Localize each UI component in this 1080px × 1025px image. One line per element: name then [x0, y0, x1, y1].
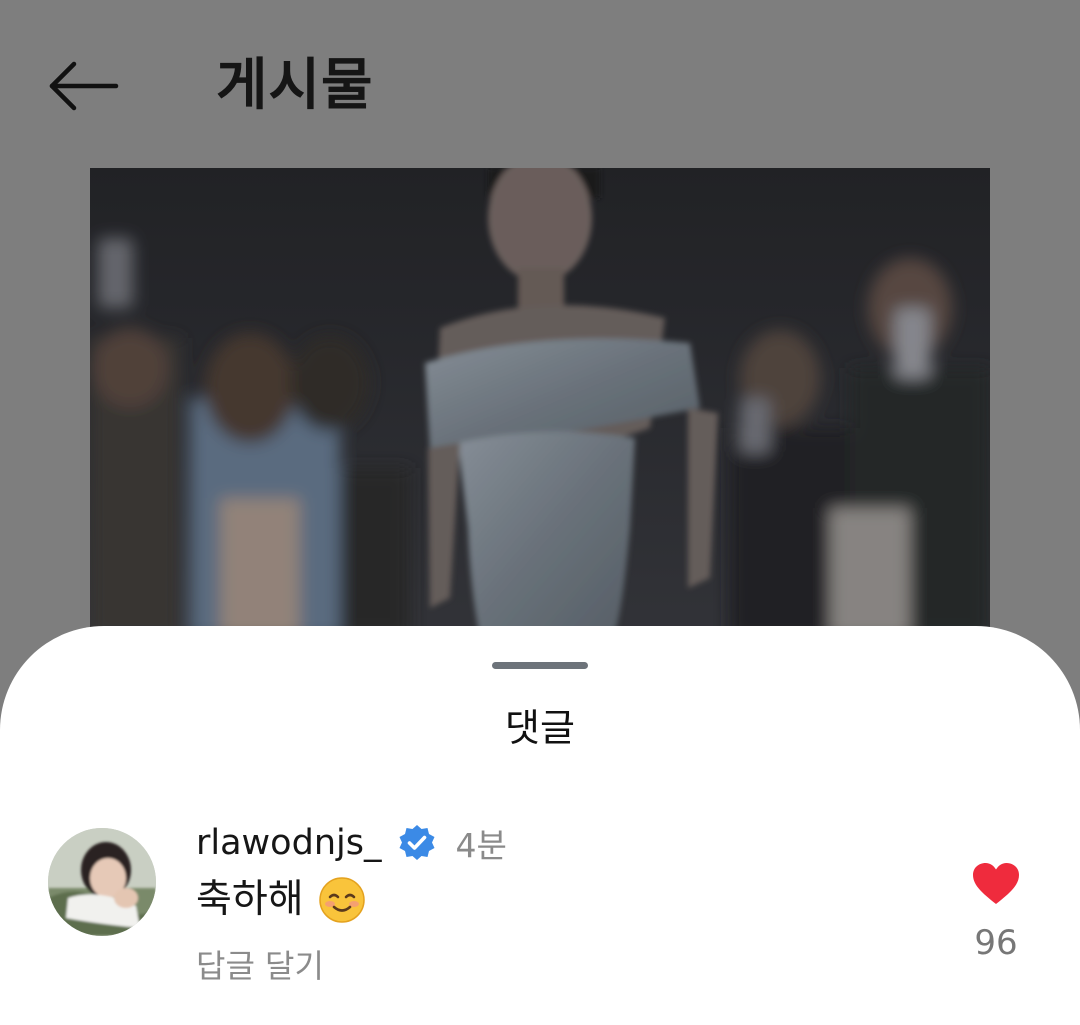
arrow-left-icon [49, 61, 119, 111]
back-button[interactable] [44, 56, 124, 116]
sheet-title: 댓글 [505, 706, 575, 750]
comment-header: rlawodnjs_ 4분 [196, 818, 507, 868]
post-image[interactable] [90, 168, 990, 638]
like-count: 96 [974, 923, 1018, 963]
header: 게시물 [0, 0, 1080, 168]
reply-button[interactable]: 답글 달기 [196, 944, 324, 988]
smiling-face-icon [318, 877, 365, 923]
heart-icon [973, 863, 1019, 904]
verified-badge-icon [399, 825, 435, 860]
avatar-image [48, 828, 156, 936]
username[interactable]: rlawodnjs_ [196, 819, 381, 867]
comment-time: 4분 [455, 826, 507, 865]
post-photo [90, 168, 990, 638]
comment-body: 축하해 [196, 872, 366, 928]
comment-item: rlawodnjs_ 4분 축하해 답글 달기 96 [0, 816, 1080, 1016]
comments-sheet: 댓글 rlawodnjs_ 4분 축하해 답글 달기 96 [0, 626, 1080, 1025]
avatar[interactable] [48, 828, 156, 936]
sheet-grabber[interactable] [492, 662, 588, 669]
post-screen: 게시물 댓글 rlawodnjs_ 4분 축하해 답글 달기 96 [0, 0, 1080, 1025]
like-button[interactable] [972, 862, 1020, 906]
comment-text: 축하해 [196, 877, 304, 922]
page-title: 게시물 [216, 53, 374, 118]
